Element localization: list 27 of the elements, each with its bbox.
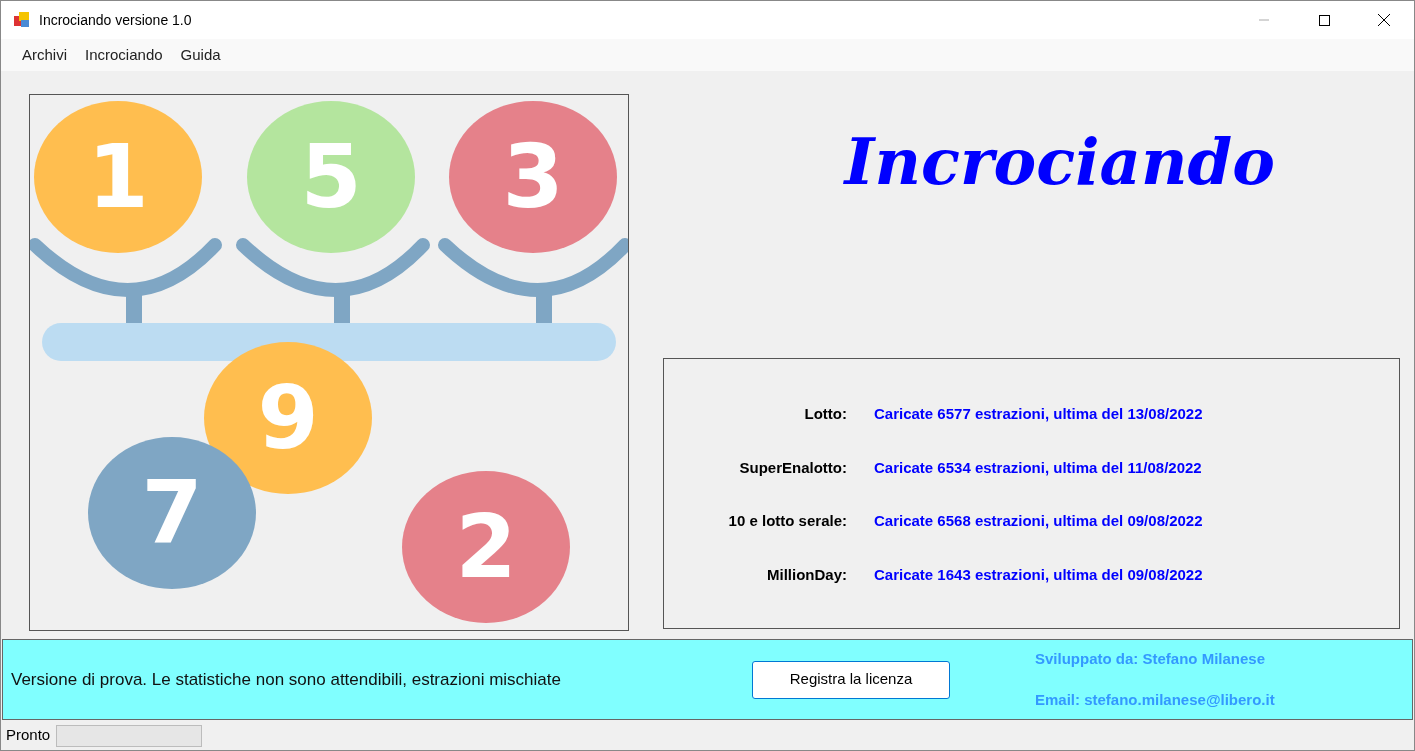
archive-label: MillionDay: bbox=[766, 564, 847, 585]
archive-label: SuperEnalotto: bbox=[738, 457, 847, 478]
ball-number: 3 bbox=[502, 125, 564, 228]
archive-label: Lotto: bbox=[803, 404, 847, 424]
menu-item[interactable]: Incrociando bbox=[76, 43, 172, 67]
archive-status: Caricate 6577 estrazioni, ultima del 13/08/2022 bbox=[873, 404, 1204, 424]
trial-notice: Versione di prova. Le statistiche non sono attendibili, estrazioni mischiate bbox=[11, 668, 562, 691]
window-title: Incrociando versione 1.0 bbox=[39, 10, 192, 30]
ball-number: 5 bbox=[300, 125, 362, 228]
close-icon bbox=[1378, 14, 1390, 26]
developer-credit: Sviluppato da: Stefano Milanese bbox=[1035, 649, 1267, 669]
maximize-icon bbox=[1318, 14, 1330, 26]
ball-number: 9 bbox=[257, 366, 319, 469]
app-title: Incrociando bbox=[844, 123, 1275, 201]
register-license-button[interactable]: Registra la licenza bbox=[752, 660, 950, 699]
menu-item[interactable]: Archivi bbox=[13, 43, 76, 67]
archive-status: Caricate 6568 estrazioni, ultima del 09/08/2022 bbox=[873, 511, 1204, 531]
ball-number: 7 bbox=[141, 461, 203, 564]
ball-number: 1 bbox=[87, 125, 149, 228]
status-text: Pronto bbox=[6, 725, 51, 746]
ball-number: 2 bbox=[455, 495, 517, 598]
archive-status: Caricate 6534 estrazioni, ultima del 11/08/2022 bbox=[873, 457, 1203, 478]
archive-label: 10 e lotto serale: bbox=[727, 511, 847, 531]
app-icon bbox=[13, 11, 31, 29]
archive-status: Caricate 1643 estrazioni, ultima del 09/08/2022 bbox=[873, 564, 1204, 585]
menu-item[interactable]: Guida bbox=[171, 43, 230, 67]
developer-email: Email: stefano.milanese@libero.it bbox=[1035, 689, 1275, 710]
